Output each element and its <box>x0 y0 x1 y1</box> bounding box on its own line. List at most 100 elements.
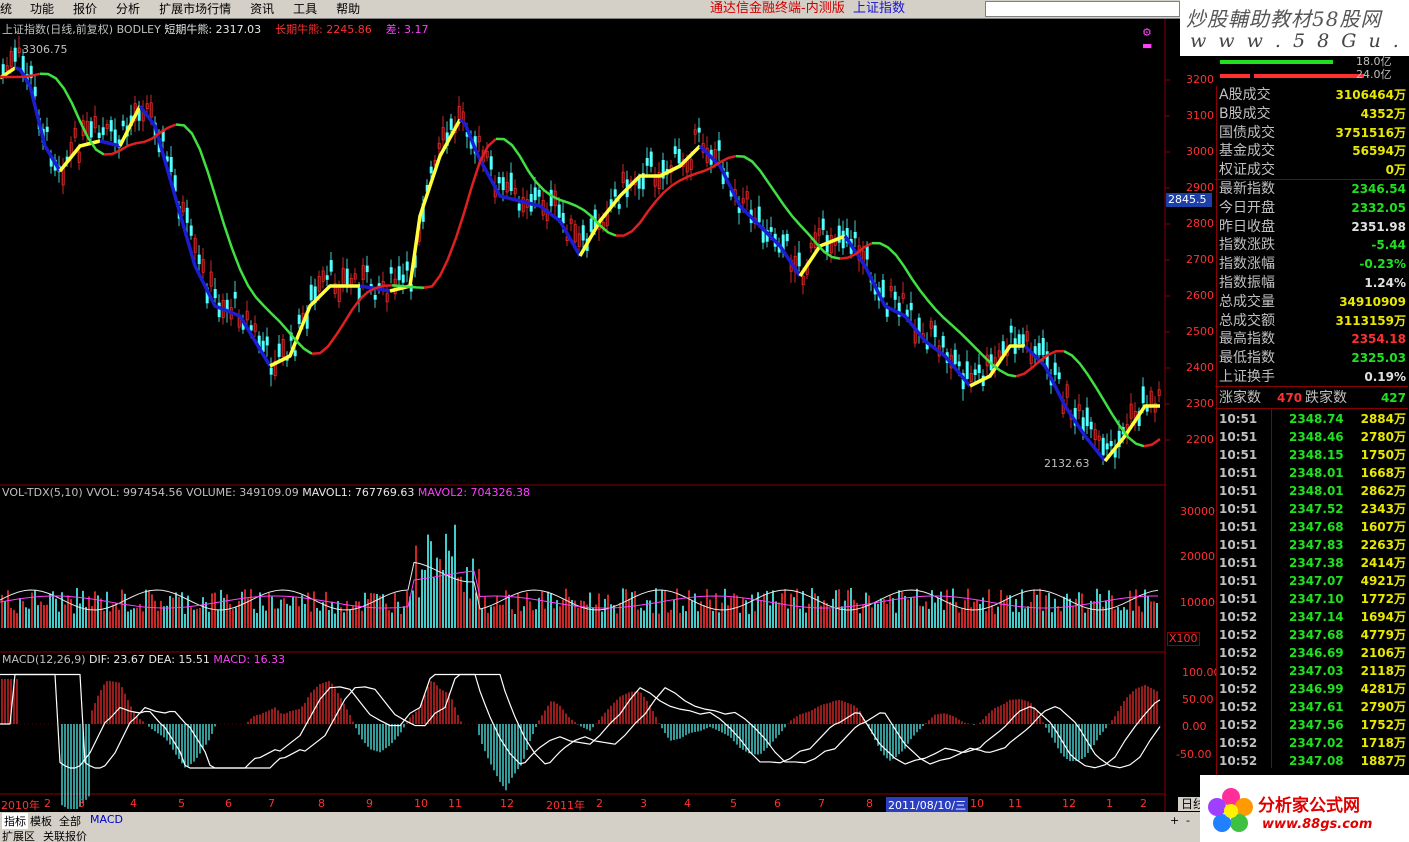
menu-analysis[interactable]: 分析 <box>116 2 140 18</box>
date-tick: 5 <box>730 797 737 810</box>
candle-body <box>965 361 969 379</box>
candle-body <box>557 204 561 218</box>
info-row: 指数振幅 1.24% <box>1219 274 1408 293</box>
tick-price: 2347.68 <box>1289 627 1344 642</box>
menu-tools[interactable]: 工具 <box>293 2 317 18</box>
candle-body <box>233 291 237 299</box>
tick-volume: 1694万 <box>1360 609 1406 624</box>
candle-body <box>293 350 297 357</box>
tick-time: 10:51 <box>1219 537 1258 552</box>
vol-vvol: VVOL: 997454.56 <box>86 486 183 499</box>
candle-body <box>429 166 433 174</box>
tick-volume: 1668万 <box>1360 465 1406 480</box>
macd-value: MACD: 16.33 <box>213 653 286 666</box>
date-tick: 2 <box>596 797 603 810</box>
tick-time: 10:52 <box>1219 645 1258 660</box>
menu-news[interactable]: 资讯 <box>250 2 274 18</box>
tab-macd[interactable]: MACD <box>90 813 123 826</box>
right-top-value2: 24.0亿 <box>1356 68 1392 81</box>
tick-price: 2347.10 <box>1289 591 1344 606</box>
info-value: 2332.05 <box>1351 200 1406 215</box>
tab-related-quote[interactable]: 关联报价 <box>43 828 87 842</box>
price-tick: 2200 <box>1186 433 1214 446</box>
menu-extended-market[interactable]: 扩展市场行情 <box>159 2 231 18</box>
tick-volume: 1887万 <box>1360 753 1406 768</box>
info-row: 今日开盘 2332.05 <box>1219 199 1408 218</box>
candle-body <box>309 284 313 301</box>
chart-area[interactable] <box>0 19 1216 812</box>
tick-row: 10:52 2347.56 1752万 <box>1219 716 1408 734</box>
candle-body <box>757 206 761 223</box>
macd-tick: 0.00 <box>1182 720 1207 733</box>
zoom-out-icon[interactable]: - <box>1186 814 1190 827</box>
zoom-in-icon[interactable]: + <box>1170 814 1179 827</box>
diff-label: 差: <box>385 23 401 36</box>
tab-all[interactable]: 全部 <box>59 813 81 829</box>
date-tick: 2010年 <box>1 799 40 812</box>
info-label: 权证成交 <box>1219 162 1275 179</box>
price-tick: 2700 <box>1186 253 1214 266</box>
long-bull-bear-line <box>1143 438 1161 448</box>
tick-price: 2347.52 <box>1289 501 1344 516</box>
tab-extended-area[interactable]: 扩展区 <box>2 828 35 842</box>
candle-body <box>373 294 377 300</box>
app-title-product: 通达信金融终端-内测版 <box>710 1 845 16</box>
tick-price: 2347.68 <box>1289 519 1344 534</box>
candle-body <box>797 252 801 267</box>
candle-body <box>189 225 193 236</box>
candle-body <box>645 158 649 166</box>
tab-template[interactable]: 模板 <box>30 813 52 829</box>
date-tick: 6 <box>774 797 781 810</box>
candle-body <box>717 140 721 151</box>
candle-body <box>1089 421 1093 430</box>
red-volume-bar-2 <box>1254 74 1364 78</box>
tick-row: 10:52 2346.69 2106万 <box>1219 644 1408 662</box>
short-bull-bear-line <box>99 139 121 148</box>
candle-body <box>389 267 393 274</box>
macd-dif: DIF: 23.67 <box>89 653 145 666</box>
date-tick: 7 <box>818 797 825 810</box>
date-tick: 3 <box>640 797 647 810</box>
settings-icon[interactable]: ⚙ ▬ <box>1142 26 1164 52</box>
info-row: 权证成交 0万 <box>1219 161 1408 180</box>
menu-function[interactable]: 功能 <box>30 2 54 18</box>
candle-body <box>501 177 505 191</box>
tick-time: 10:51 <box>1219 591 1258 606</box>
info-label: 指数涨跌 <box>1219 237 1275 254</box>
macd-tick: 100.00 <box>1182 666 1221 679</box>
search-box[interactable] <box>985 1 1180 17</box>
candle-body <box>1141 386 1145 404</box>
candle-body <box>1057 372 1061 380</box>
tick-volume: 2862万 <box>1360 483 1406 498</box>
info-value: -0.23% <box>1359 257 1406 272</box>
candle-body <box>109 120 113 132</box>
candle-body <box>769 227 773 232</box>
candle-body <box>13 47 17 62</box>
candle-body <box>277 343 281 357</box>
candle-body <box>33 86 37 97</box>
candle-body <box>297 314 301 325</box>
tick-time: 10:52 <box>1219 717 1258 732</box>
candle-body <box>329 260 333 272</box>
candle-body <box>1109 440 1113 447</box>
date-tick: 11 <box>1008 797 1022 810</box>
tick-volume: 4779万 <box>1360 627 1406 642</box>
price-tick: 3100 <box>1186 109 1214 122</box>
info-row: 总成交额 3113159万 <box>1219 312 1408 331</box>
info-label: 总成交额 <box>1219 312 1275 329</box>
menu-quote[interactable]: 报价 <box>73 2 97 18</box>
candle-body <box>113 129 117 145</box>
tick-row: 10:52 2347.68 4779万 <box>1219 626 1408 644</box>
tick-volume: 1750万 <box>1360 447 1406 462</box>
menu-help[interactable]: 帮助 <box>336 2 360 18</box>
menu-system[interactable]: 统 <box>0 2 12 18</box>
tick-volume: 1718万 <box>1360 735 1406 750</box>
tick-row: 10:51 2347.07 4921万 <box>1219 572 1408 590</box>
candle-body <box>549 189 553 207</box>
candle-body <box>365 265 369 273</box>
tick-time: 10:51 <box>1219 447 1258 462</box>
tick-row: 10:51 2347.38 2414万 <box>1219 554 1408 572</box>
tab-indicator[interactable]: 指标 <box>2 813 28 829</box>
candle-body <box>1105 443 1109 450</box>
tick-volume: 2780万 <box>1360 429 1406 444</box>
